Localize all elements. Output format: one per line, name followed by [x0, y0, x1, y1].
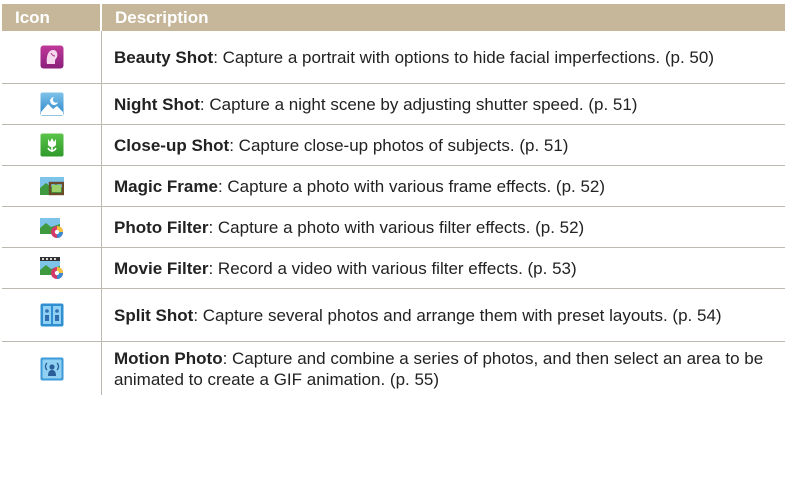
- motion-photo-icon: [40, 357, 63, 380]
- table-row: Motion Photo: Capture and combine a seri…: [2, 342, 785, 395]
- mode-description: : Capture several photos and arrange the…: [193, 305, 722, 325]
- table-row: Movie Filter: Record a video with variou…: [2, 248, 785, 289]
- table-row: Beauty Shot: Capture a portrait with opt…: [2, 31, 785, 84]
- table-row: Night Shot: Capture a night scene by adj…: [2, 84, 785, 125]
- mode-title: Night Shot: [114, 94, 200, 114]
- mode-title: Split Shot: [114, 305, 194, 325]
- mode-title: Beauty Shot: [114, 47, 214, 67]
- magic-frame-icon: [39, 177, 64, 196]
- mode-description: : Capture a portrait with options to hid…: [213, 47, 714, 67]
- table-row: Split Shot: Capture several photos and a…: [2, 289, 785, 342]
- table-row: Photo Filter: Capture a photo with vario…: [2, 207, 785, 248]
- description-column-header: Description: [115, 8, 209, 27]
- table-header: Icon Description: [2, 4, 785, 31]
- movie-filter-icon: [39, 257, 63, 279]
- mode-title: Close-up Shot: [114, 135, 230, 155]
- mode-table: Icon Description Beauty Shot: Capture a …: [2, 4, 785, 395]
- table-row: Close-up Shot: Capture close-up photos o…: [2, 125, 785, 166]
- close-up-shot-icon: [40, 133, 63, 157]
- beauty-shot-icon: [40, 45, 63, 69]
- photo-filter-icon: [39, 218, 63, 238]
- icon-column-header: Icon: [2, 4, 102, 31]
- mode-description: : Record a video with various filter eff…: [208, 258, 577, 278]
- mode-description: : Capture close-up photos of subjects. (…: [229, 135, 569, 155]
- mode-description: : Capture a photo with various frame eff…: [217, 176, 606, 196]
- mode-title: Motion Photo: [114, 348, 223, 368]
- mode-description: : Capture a photo with various filter ef…: [208, 217, 585, 237]
- table-row: Magic Frame: Capture a photo with variou…: [2, 166, 785, 207]
- mode-title: Movie Filter: [114, 258, 209, 278]
- split-shot-icon: [40, 303, 63, 327]
- mode-title: Photo Filter: [114, 217, 209, 237]
- night-shot-icon: [40, 92, 63, 116]
- mode-description: : Capture a night scene by adjusting shu…: [199, 94, 638, 114]
- mode-title: Magic Frame: [114, 176, 218, 196]
